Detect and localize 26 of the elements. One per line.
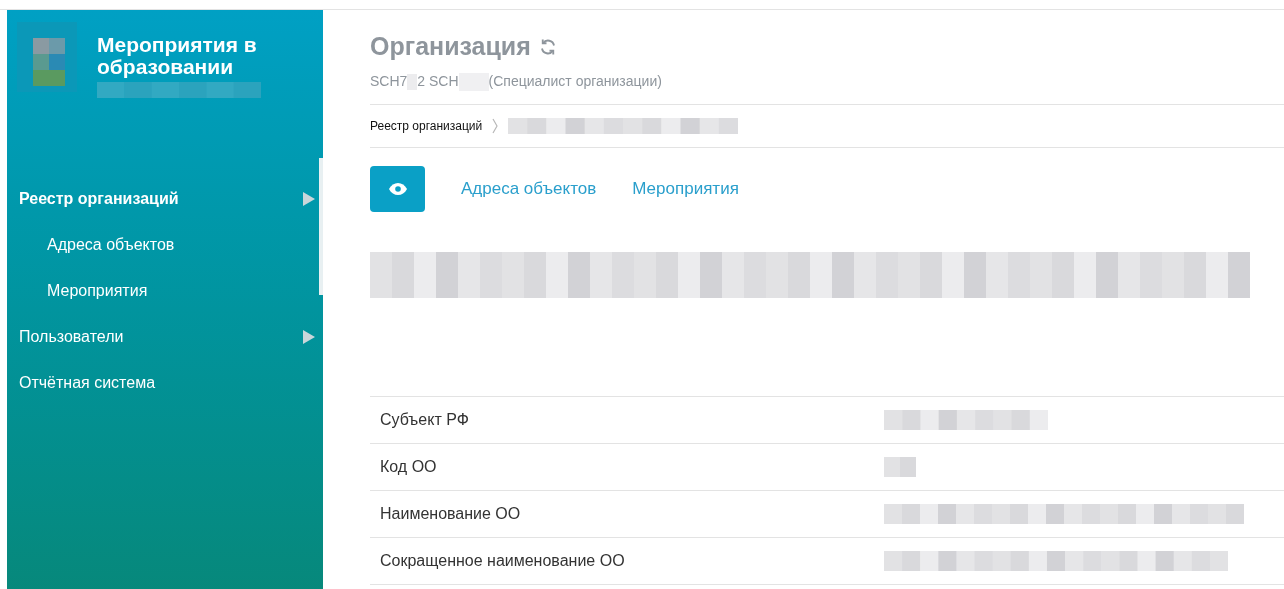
caret-icon xyxy=(303,192,315,206)
scrollbar[interactable] xyxy=(319,158,323,295)
logo-icon xyxy=(17,22,77,92)
chevron-icon xyxy=(492,117,499,134)
field-label: Наименование ОО xyxy=(379,503,522,524)
user-role: (Специалист организации) xyxy=(488,72,662,91)
user-name: 2 SCH xyxy=(417,72,459,91)
redacted-block xyxy=(884,456,916,477)
tab-link[interactable]: Адреса объектов xyxy=(461,175,597,202)
refresh-icon[interactable] xyxy=(538,37,557,56)
view-button[interactable] xyxy=(370,165,425,212)
app-title: Мероприятия в образовании xyxy=(97,34,258,78)
sidebar-item[interactable]: Реестр организаций xyxy=(7,176,323,222)
field-label: Код ОО xyxy=(379,456,438,477)
field-label: Субъект РФ xyxy=(379,409,470,430)
user-name: SCH7 xyxy=(370,72,408,91)
tab-link[interactable]: Мероприятия xyxy=(632,175,739,202)
field-label: Сокращенное наименование ОО xyxy=(379,550,626,571)
sidebar-item[interactable]: Пользователи xyxy=(7,314,323,360)
sidebar-item[interactable]: Отчётная система xyxy=(7,360,323,406)
sidebar-subitem[interactable]: Мероприятия xyxy=(7,268,323,314)
page-title: Организация xyxy=(370,31,531,62)
eye-icon xyxy=(388,182,407,195)
sidebar-subitem[interactable]: Адреса объектов xyxy=(7,222,323,268)
breadcrumb-link[interactable]: Реестр организаций xyxy=(370,116,483,135)
caret-icon xyxy=(303,330,315,344)
